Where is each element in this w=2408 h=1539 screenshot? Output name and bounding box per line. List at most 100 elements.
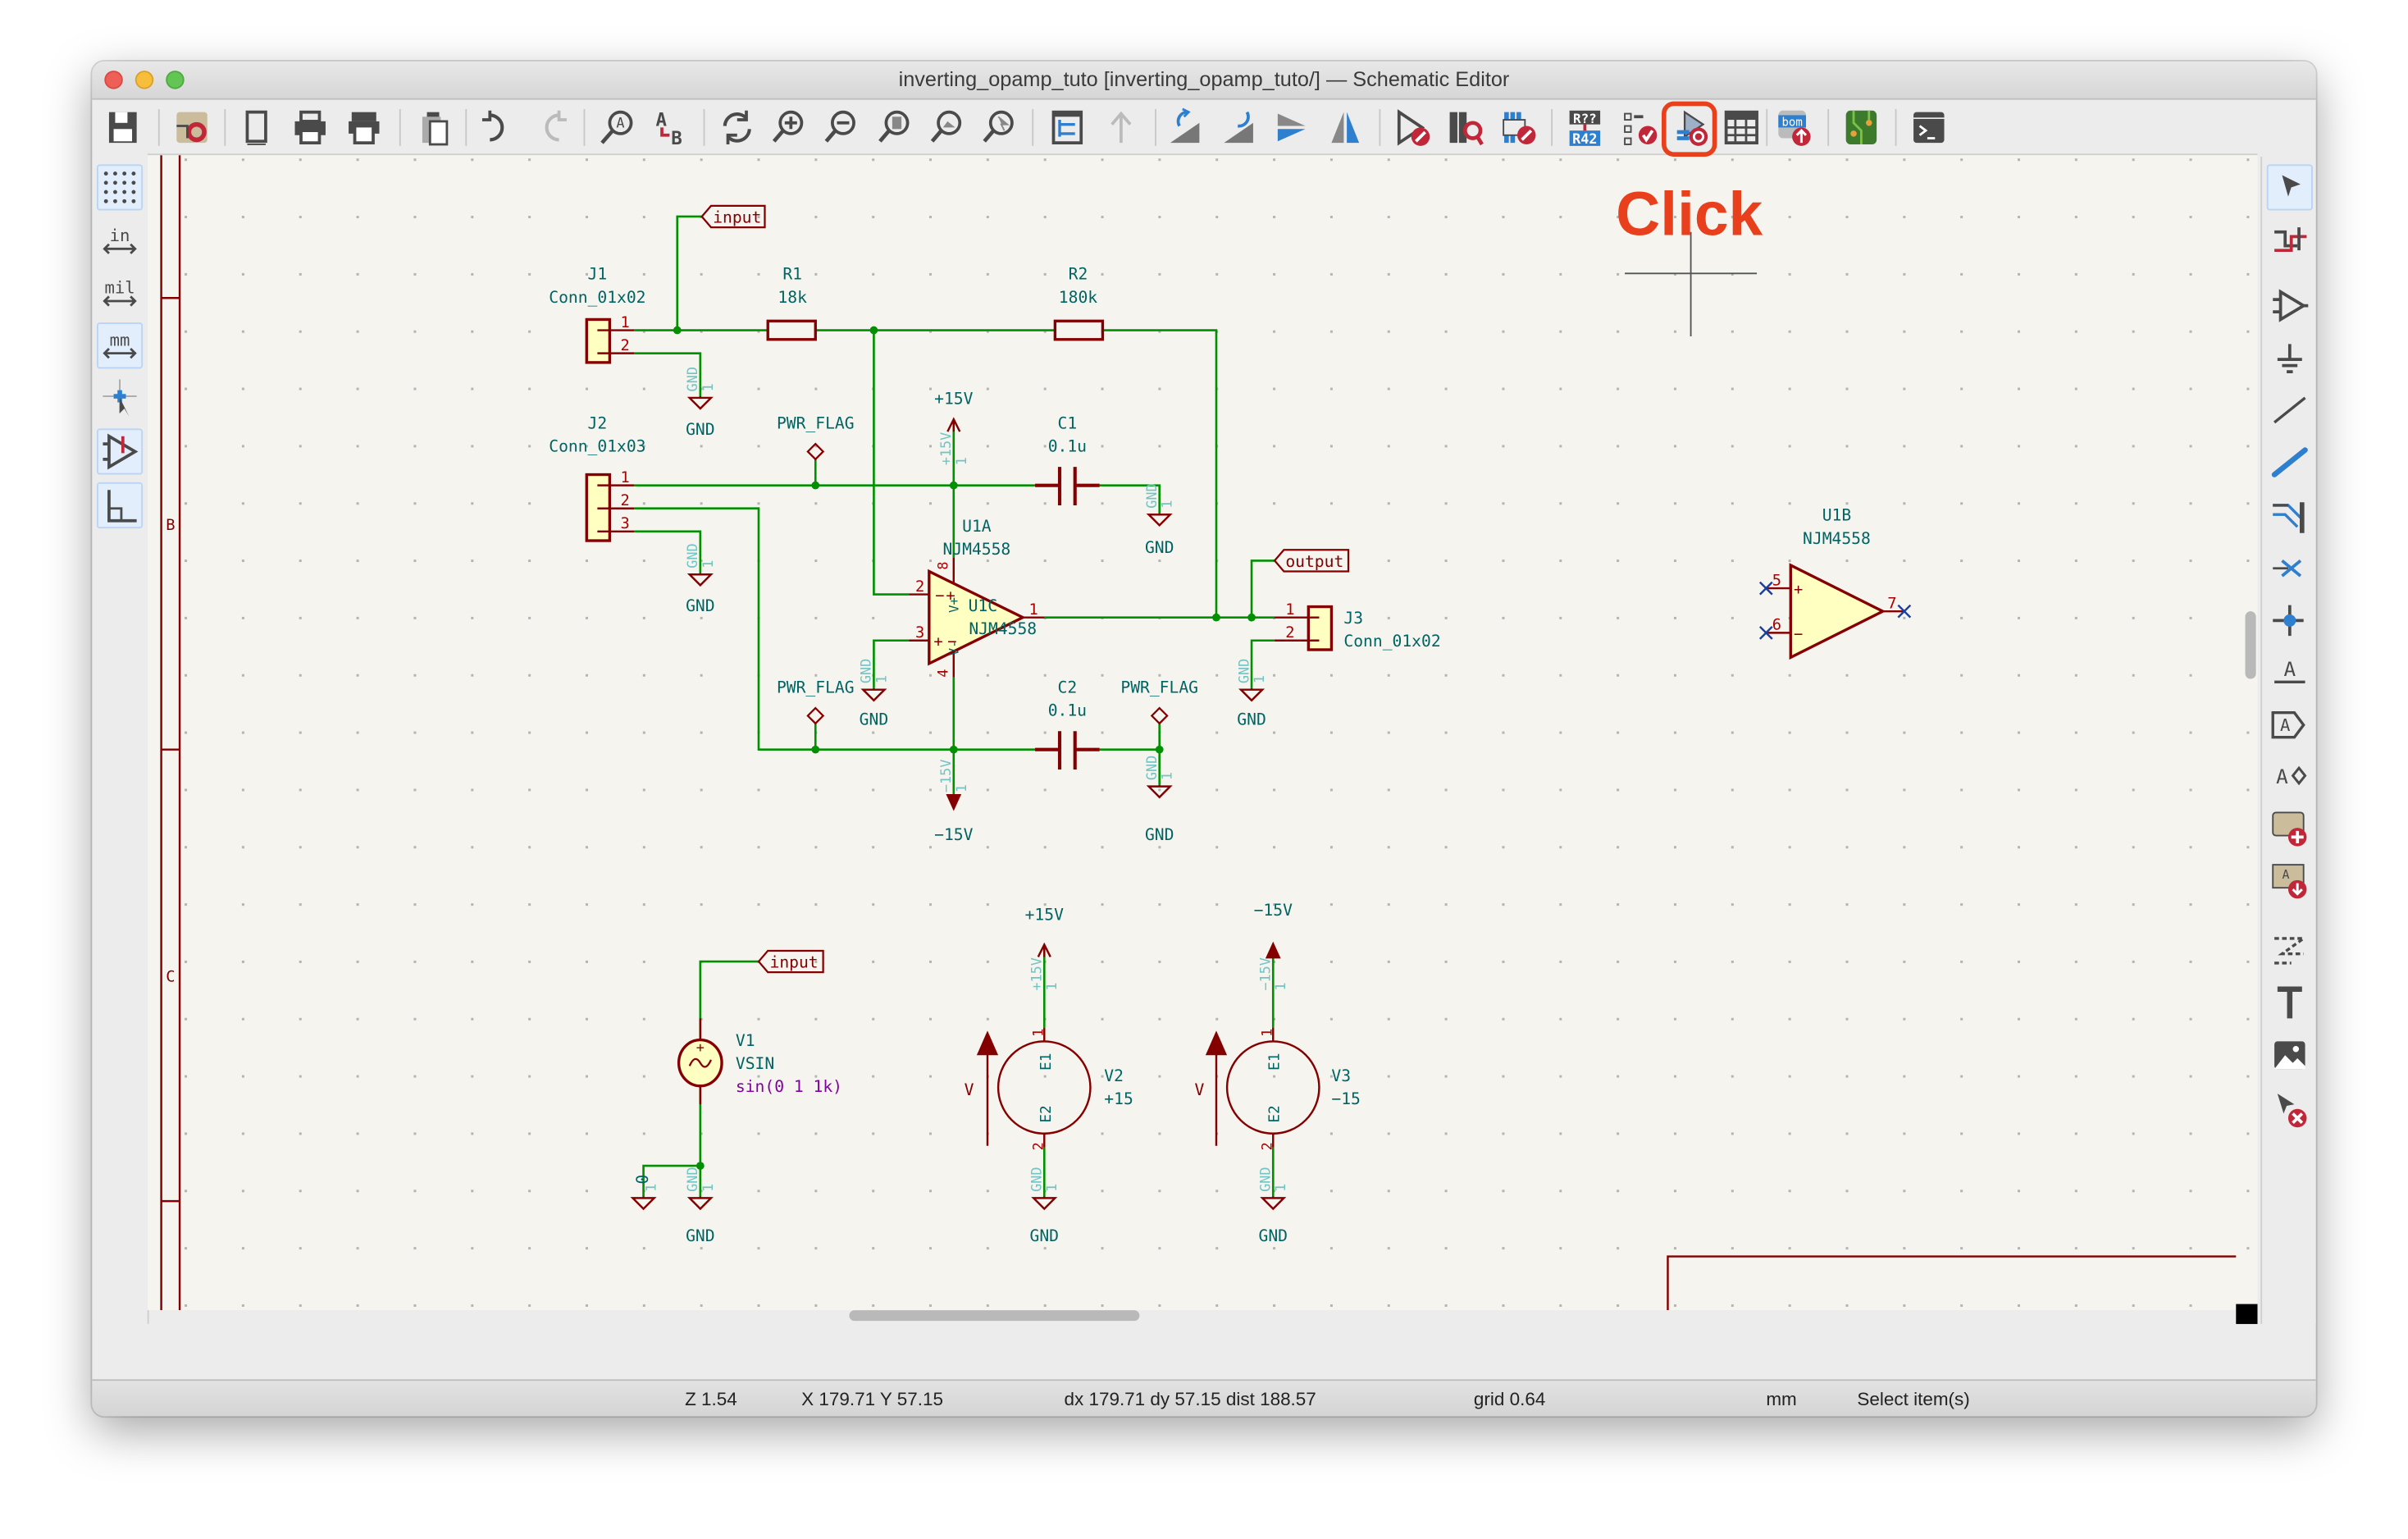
image-icon <box>2274 1041 2305 1070</box>
junction-tool[interactable] <box>2267 597 2313 643</box>
net-name: GND <box>686 420 714 439</box>
import-sheet-pin-tool[interactable]: A <box>2267 857 2313 903</box>
redo-button[interactable] <box>530 104 576 150</box>
net-name: −15V <box>934 825 973 844</box>
pin-name: E1 <box>1266 1053 1284 1071</box>
ref-designator: V2 <box>1104 1066 1124 1085</box>
page-settings-button[interactable] <box>235 104 280 150</box>
component-value: 180k <box>1059 288 1097 307</box>
plot-button[interactable] <box>341 104 387 150</box>
units-inches-icon: in <box>103 226 137 254</box>
zoom-out-button[interactable] <box>819 104 864 150</box>
global-label-output[interactable]: output <box>1273 549 1350 573</box>
label-text: input <box>769 953 818 972</box>
add-power-tool[interactable] <box>2267 335 2313 381</box>
ref-designator: U1C <box>969 596 997 615</box>
horizontal-scrollbar[interactable] <box>849 1310 1140 1322</box>
footprint-assignment-button[interactable] <box>1494 104 1540 150</box>
pin-number: 4 <box>934 669 951 678</box>
toolbar-separator <box>703 108 705 146</box>
add-bus-tool[interactable] <box>2267 439 2313 485</box>
svg-text:mm: mm <box>110 330 130 349</box>
image-tool[interactable] <box>2267 1032 2313 1078</box>
pin-number: 1 <box>700 560 716 569</box>
pwr-flag-text: PWR_FLAG <box>777 413 855 432</box>
save-button[interactable] <box>100 104 146 150</box>
symbol-library-browser-button[interactable] <box>1442 104 1488 150</box>
component-value: 18k <box>778 288 807 307</box>
svg-text:+: + <box>1794 582 1803 599</box>
units-inches-toggle[interactable]: in <box>97 218 143 264</box>
zoom-fit-button[interactable] <box>873 104 919 150</box>
leave-sheet-button[interactable] <box>1098 104 1144 150</box>
no-connect-tool[interactable] <box>2267 546 2313 591</box>
erc-button[interactable] <box>1617 104 1663 150</box>
svg-text:R42: R42 <box>1572 130 1597 147</box>
hidden-pins-toggle[interactable] <box>96 428 144 475</box>
highlight-net-tool[interactable] <box>2267 217 2313 263</box>
component-value: 0.1u <box>1048 436 1087 455</box>
symbol-editor-button[interactable] <box>1389 104 1434 150</box>
component-value: Conn_01x03 <box>549 436 645 455</box>
pin-number: 1 <box>1029 601 1038 619</box>
toolbar-separator <box>1827 108 1830 146</box>
pin-number: 1 <box>1272 982 1288 990</box>
add-symbol-tool[interactable] <box>2267 283 2313 329</box>
pin-number: 1 <box>1258 1029 1275 1037</box>
svg-text:−: − <box>935 587 944 605</box>
rotate-ccw-button[interactable] <box>1162 104 1208 150</box>
graphic-lines-tool[interactable] <box>2267 928 2313 974</box>
graphic-lines-icon <box>2274 937 2308 965</box>
bom-icon: bom <box>1778 110 1811 146</box>
pin-number: 1 <box>1159 772 1175 780</box>
symbol-fields-table-button[interactable] <box>1718 104 1764 150</box>
rotate-cw-button[interactable] <box>1216 104 1262 150</box>
units-mm-toggle[interactable]: mm <box>96 322 144 369</box>
grid-toggle[interactable] <box>96 164 144 211</box>
pin-number: 1 <box>1285 601 1294 619</box>
zoom-in-button[interactable] <box>766 104 812 150</box>
undo-button[interactable] <box>473 104 519 150</box>
global-label-icon: A <box>2271 711 2305 739</box>
delete-tool[interactable] <box>2267 1086 2313 1132</box>
find-replace-button[interactable]: AB <box>648 104 694 150</box>
hierarchy-navigator-button[interactable] <box>1044 104 1090 150</box>
net-label-icon: A <box>2274 657 2305 683</box>
net-name: GND <box>686 1226 714 1245</box>
schematic-setup-button[interactable] <box>169 104 215 150</box>
mirror-horizontal-button[interactable] <box>1322 104 1368 150</box>
schematic-canvas[interactable]: B C 1 2 J1 Conn_01x02 1 2 3 J2 Conn_01x0… <box>147 153 2258 1311</box>
pin-name: −15V <box>937 760 954 793</box>
text-tool[interactable] <box>2267 980 2313 1026</box>
component-value: NJM4558 <box>969 619 1037 638</box>
add-sheet-tool[interactable] <box>2267 805 2313 851</box>
hierarchical-label-tool[interactable]: A <box>2267 752 2313 798</box>
paste-button[interactable] <box>412 104 458 150</box>
net-label-tool[interactable]: A <box>2267 648 2313 694</box>
mirror-vertical-button[interactable] <box>1269 104 1315 150</box>
net-name: GND <box>1030 1226 1059 1245</box>
scripting-console-button[interactable] <box>1906 104 1952 150</box>
cursor-crosshair-toggle[interactable] <box>97 377 143 422</box>
select-tool[interactable] <box>2266 164 2313 211</box>
refresh-button[interactable] <box>714 104 760 150</box>
pcb-editor-button[interactable] <box>1838 104 1884 150</box>
component-value: Conn_01x02 <box>549 288 645 307</box>
toolbar-separator <box>1766 108 1768 146</box>
vertical-scrollbar[interactable] <box>2245 611 2256 679</box>
net-name: +15V <box>934 389 973 408</box>
bom-button[interactable]: bom <box>1771 104 1817 150</box>
zoom-selection-button[interactable] <box>977 104 1023 150</box>
cursor-delta: dx 179.71 dy 57.15 dist 188.57 <box>1064 1388 1316 1410</box>
annotate-button[interactable]: R?? R42 <box>1562 104 1608 150</box>
zoom-objects-button[interactable] <box>924 104 970 150</box>
pin-name: GND <box>684 367 700 391</box>
grid-size: grid 0.64 <box>1473 1388 1546 1410</box>
find-button[interactable]: A <box>595 104 641 150</box>
units-mils-toggle[interactable]: mil <box>97 271 143 317</box>
line-mode-toggle[interactable] <box>96 482 144 529</box>
global-label-tool[interactable]: A <box>2267 702 2313 748</box>
add-bus-entry-tool[interactable] <box>2267 493 2313 539</box>
print-button[interactable] <box>287 104 333 150</box>
add-wire-tool[interactable] <box>2267 387 2313 433</box>
